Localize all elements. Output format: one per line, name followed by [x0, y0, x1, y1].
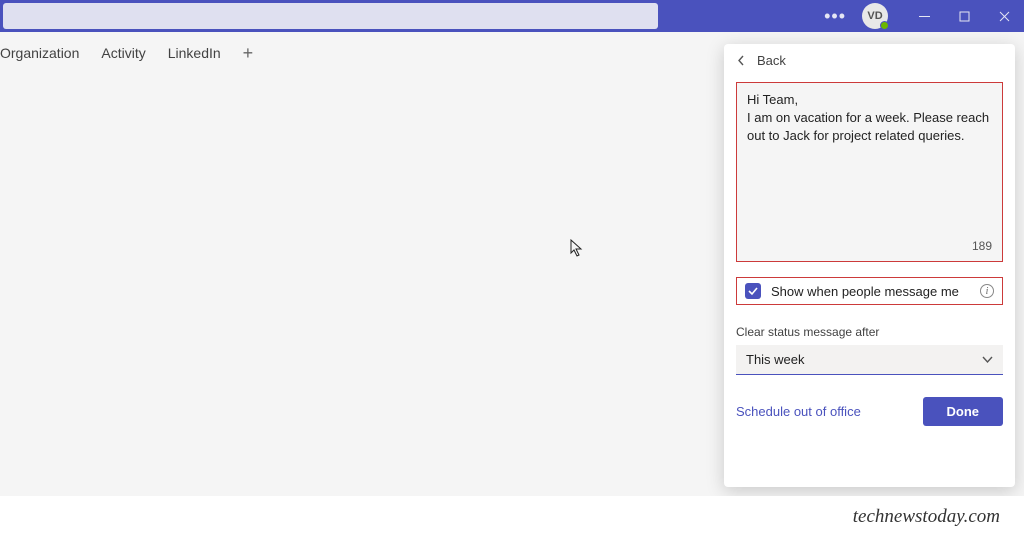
clear-after-dropdown[interactable]: This week: [736, 345, 1003, 375]
panel-bottom-row: Schedule out of office Done: [736, 397, 1003, 426]
status-panel: Back Hi Team, I am on vacation for a wee…: [724, 44, 1015, 487]
message-line: I am on vacation for a week. Please reac…: [747, 109, 992, 145]
watermark: technewstoday.com: [0, 496, 1024, 538]
chevron-left-icon: [736, 55, 747, 66]
title-bar-right: ••• VD: [824, 0, 1024, 32]
char-count: 189: [972, 238, 992, 255]
title-bar: ••• VD: [0, 0, 1024, 32]
close-icon: [999, 11, 1010, 22]
show-when-message-checkbox[interactable]: [745, 283, 761, 299]
main-area: Organization Activity LinkedIn + Back Hi…: [0, 32, 1024, 496]
more-icon[interactable]: •••: [824, 6, 846, 27]
avatar-initials: VD: [867, 10, 882, 22]
search-input[interactable]: [3, 3, 658, 29]
maximize-button[interactable]: [944, 0, 984, 32]
show-when-message-row: Show when people message me i: [736, 277, 1003, 305]
done-button[interactable]: Done: [923, 397, 1004, 426]
back-button[interactable]: Back: [736, 53, 1003, 68]
clear-after-label: Clear status message after: [736, 325, 1003, 339]
dropdown-value: This week: [746, 352, 805, 367]
chevron-down-icon: [982, 354, 993, 365]
close-button[interactable]: [984, 0, 1024, 32]
check-icon: [748, 286, 758, 296]
presence-indicator: [880, 21, 889, 30]
info-icon[interactable]: i: [980, 284, 994, 298]
avatar[interactable]: VD: [862, 3, 888, 29]
tab-activity[interactable]: Activity: [101, 45, 145, 61]
status-message-input[interactable]: Hi Team, I am on vacation for a week. Pl…: [736, 82, 1003, 262]
checkbox-label: Show when people message me: [771, 284, 959, 299]
back-label: Back: [757, 53, 786, 68]
tab-organization[interactable]: Organization: [0, 45, 79, 61]
minimize-button[interactable]: [904, 0, 944, 32]
schedule-out-of-office-link[interactable]: Schedule out of office: [736, 404, 861, 419]
cursor-icon: [570, 239, 584, 257]
minimize-icon: [919, 11, 930, 22]
message-line: Hi Team,: [747, 91, 992, 109]
maximize-icon: [959, 11, 970, 22]
tab-linkedin[interactable]: LinkedIn: [168, 45, 221, 61]
add-tab-button[interactable]: +: [243, 46, 254, 60]
